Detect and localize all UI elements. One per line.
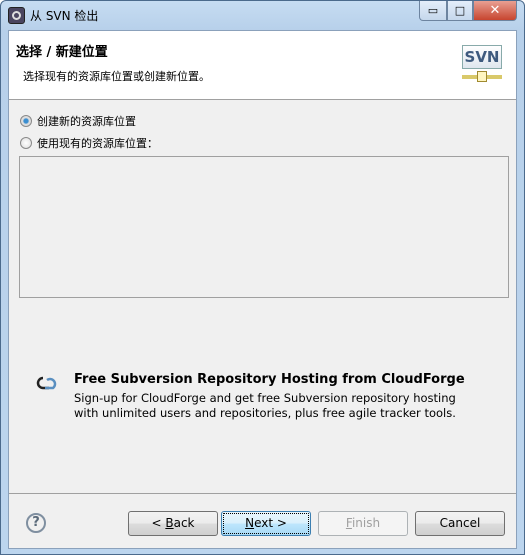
cloudforge-text: Sign-up for CloudForge and get free Subv… (74, 391, 456, 405)
radio-create-new-location[interactable]: 创建新的资源库位置 (20, 113, 136, 129)
radio-unselected-icon[interactable] (20, 137, 32, 149)
page-description: 选择现有的资源库位置或创建新位置。 (23, 70, 210, 83)
wizard-header: 选择 / 新建位置 选择现有的资源库位置或创建新位置。 SVN (9, 31, 516, 100)
radio-label: 创建新的资源库位置 (37, 115, 136, 128)
repository-location-list[interactable] (19, 156, 509, 298)
window-title: 从 SVN 检出 (30, 9, 99, 23)
cancel-button[interactable]: Cancel (415, 511, 505, 536)
dialog-content: 选择 / 新建位置 选择现有的资源库位置或创建新位置。 SVN 创建新的资源库位… (8, 30, 517, 549)
radio-label: 使用现有的资源库位置： (37, 137, 158, 150)
close-button[interactable]: ✕ (473, 1, 517, 21)
radio-use-existing-location[interactable]: 使用现有的资源库位置： (20, 135, 158, 151)
title-bar[interactable]: 从 SVN 检出 ▭ □ ✕ (1, 1, 524, 29)
back-button[interactable]: < Back (128, 511, 218, 536)
page-title: 选择 / 新建位置 (16, 45, 108, 60)
cloudforge-text: with unlimited users and repositories, p… (74, 406, 456, 420)
minimize-button[interactable]: ▭ (419, 1, 447, 21)
cloudforge-title[interactable]: Free Subversion Repository Hosting from … (74, 372, 465, 387)
radio-selected-icon[interactable] (20, 115, 32, 127)
next-button[interactable]: Next > (221, 511, 311, 536)
dialog-window: 从 SVN 检出 ▭ □ ✕ 选择 / 新建位置 选择现有的资源库位置或创建新位… (0, 0, 525, 555)
divider (9, 493, 516, 494)
cloud-icon (36, 376, 57, 390)
finish-button: Finish (318, 511, 408, 536)
maximize-button[interactable]: □ (447, 1, 473, 21)
svn-logo-icon: SVN (462, 45, 502, 85)
help-icon[interactable]: ? (26, 513, 46, 533)
eclipse-app-icon (8, 7, 25, 24)
